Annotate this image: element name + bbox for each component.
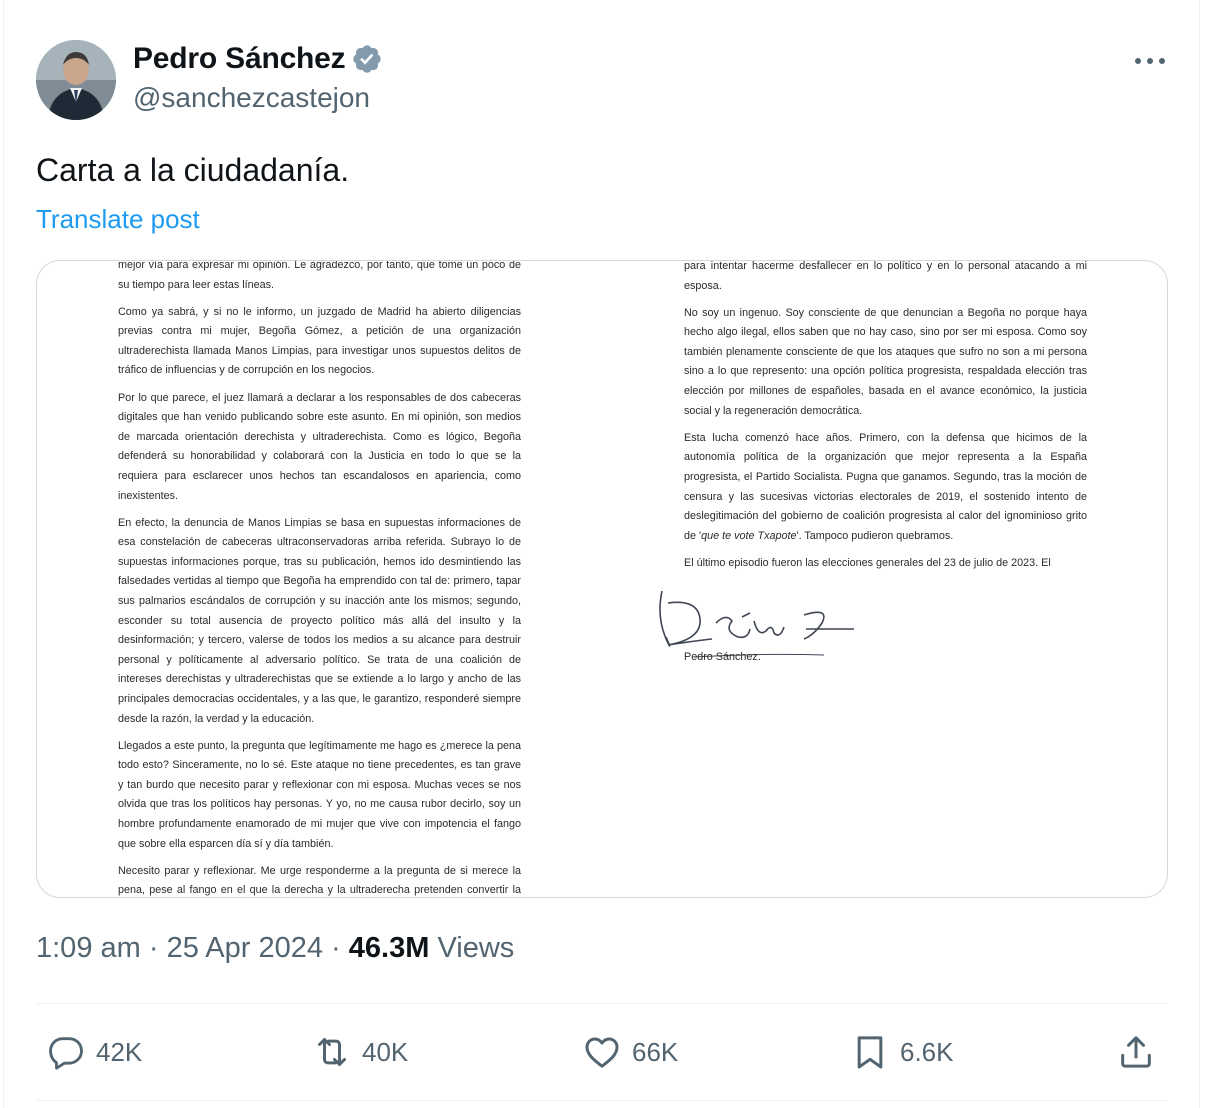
- letter-paragraph: Como ya sabrá, y si no le informo, un ju…: [118, 305, 521, 377]
- share-button[interactable]: [1116, 1032, 1156, 1072]
- post-media-image[interactable]: mejor vía para expresar mi opinión. Le a…: [36, 260, 1168, 898]
- meta-separator: ·: [140, 932, 167, 964]
- divider: [36, 1100, 1168, 1101]
- letter-paragraph: para intentar hacerme desfallecer en lo …: [684, 260, 1087, 292]
- bookmark-button[interactable]: 6.6K: [850, 1032, 954, 1072]
- post-date[interactable]: 25 Apr 2024: [167, 932, 323, 965]
- letter-paragraph: Llegados a este punto, la pregunta que l…: [118, 739, 521, 850]
- heart-icon: [585, 1037, 619, 1068]
- more-horizontal-icon[interactable]: [1130, 46, 1170, 76]
- post-meta: 1:09 am · 25 Apr 2024 · 46.3M Views: [36, 932, 514, 965]
- views-count: 46.3M: [348, 932, 430, 964]
- reply-button[interactable]: 42K: [46, 1032, 142, 1072]
- letter-left-column: mejor vía para expresar mi opinión. Le a…: [118, 260, 521, 897]
- share-icon: [1121, 1036, 1151, 1068]
- post-time[interactable]: 1:09 am: [36, 932, 141, 965]
- signature-name: Pedro Sánchez.: [684, 651, 761, 663]
- display-name[interactable]: Pedro Sánchez: [133, 42, 383, 76]
- frame-border-right: [1199, 0, 1200, 1108]
- divider: [36, 1003, 1168, 1004]
- like-button[interactable]: 66K: [582, 1032, 678, 1072]
- letter-quote: que te vote Txapote: [701, 529, 797, 542]
- frame-border-left: [3, 0, 4, 1108]
- handwritten-signature: [659, 590, 854, 658]
- letter-text: '. Tampoco pudieron quebramos.: [796, 529, 954, 542]
- handle[interactable]: @sanchezcastejon: [133, 82, 370, 114]
- letter-paragraph: El último episodio fueron las elecciones…: [684, 556, 1051, 569]
- reply-count: 42K: [96, 1036, 143, 1067]
- bookmark-count: 6.6K: [900, 1036, 954, 1067]
- letter-paragraph: Esta lucha comenzó hace años. Primero, c…: [684, 429, 1087, 547]
- repost-count: 40K: [362, 1036, 409, 1067]
- repost-button[interactable]: 40K: [312, 1032, 408, 1072]
- letter-paragraph: Por lo que parece, el juez llamará a dec…: [118, 391, 521, 502]
- post-text: Carta a la ciudadanía.: [36, 152, 350, 188]
- letter-paragraph: En efecto, la denuncia de Manos Limpias …: [118, 516, 521, 725]
- repost-icon: [318, 1038, 346, 1066]
- verified-badge-icon[interactable]: [351, 43, 383, 75]
- bookmark-icon: [857, 1036, 883, 1069]
- reply-icon: [49, 1037, 83, 1070]
- like-count: 66K: [632, 1036, 679, 1067]
- letter-paragraph: No soy un ingenuo. Soy consciente de que…: [684, 306, 1087, 417]
- letter-paragraph: mejor vía para expresar mi opinión. Le a…: [118, 260, 521, 291]
- views-label: Views: [429, 932, 515, 964]
- translate-post-link[interactable]: Translate post: [36, 204, 200, 235]
- display-name-text: Pedro Sánchez: [133, 42, 346, 75]
- meta-separator: ·: [323, 932, 349, 964]
- letter-right-column: para intentar hacerme desfallecer en lo …: [684, 260, 1087, 581]
- avatar[interactable]: [36, 40, 116, 120]
- letter-text: Esta lucha comenzó hace años. Primero, c…: [684, 431, 1087, 542]
- letter-paragraph: Necesito parar y reflexionar. Me urge re…: [118, 864, 521, 897]
